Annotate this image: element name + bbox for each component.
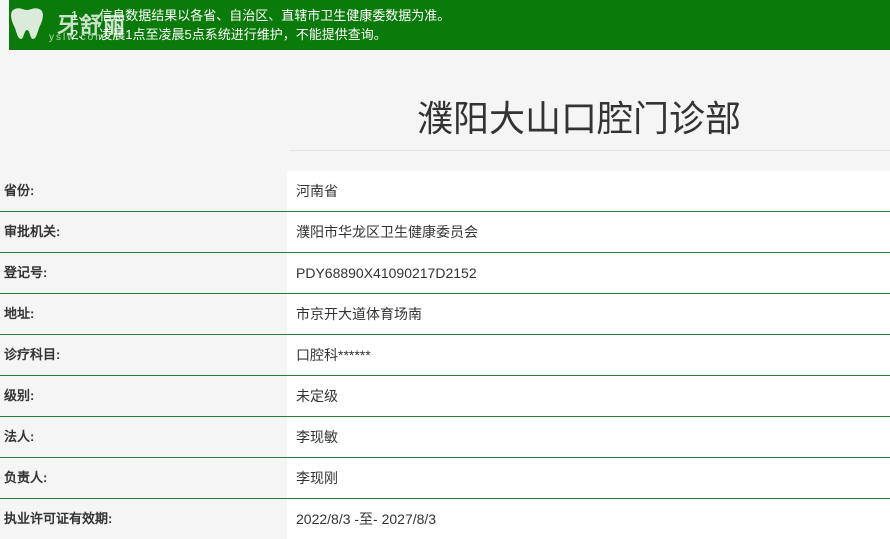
license-validity-value: 2022/8/3 -至- 2027/8/3 [287,499,890,539]
notice-text: 信息数据结果以各省、自治区、直辖市卫生健康委数据为准。 [99,8,451,23]
notice-banner: 牙舒丽 yslw.com 1、 信息数据结果以各省、自治区、直辖市卫生健康委数据为… [9,0,890,50]
notice-line: 2、 凌晨1点至凌晨5点系统进行维护，不能提供查询。 [71,24,387,43]
info-row: 法人: 李现敏 [0,417,890,458]
authority-label: 审批机关: [0,212,287,252]
manager-value: 李现刚 [287,458,890,498]
license-validity-label: 执业许可证有效期: [0,499,287,539]
page-title: 濮阳大山口腔门诊部 [416,99,741,140]
departments-value: 口腔科****** [287,335,890,375]
info-row: 诊疗科目: 口腔科****** [0,335,890,376]
info-row: 负责人: 李现刚 [0,458,890,499]
manager-label: 负责人: [0,458,287,498]
level-label: 级别: [0,376,287,416]
authority-value: 濮阳市华龙区卫生健康委员会 [287,212,890,252]
address-value: 市京开大道体育场南 [287,294,890,334]
address-label: 地址: [0,294,287,334]
info-row: 级别: 未定级 [0,376,890,417]
info-row: 执业许可证有效期: 2022/8/3 -至- 2027/8/3 [0,499,890,539]
notice-number: 1、 [71,8,92,23]
info-row: 省份: 河南省 [0,171,890,212]
legal-person-label: 法人: [0,417,287,457]
title-divider [290,150,890,151]
notice-number: 2、 [71,27,92,42]
info-row: 地址: 市京开大道体育场南 [0,294,890,335]
registration-value: PDY68890X41090217D2152 [287,253,890,293]
departments-label: 诊疗科目: [0,335,287,375]
legal-person-value: 李现敏 [287,417,890,457]
clinic-info-table: 省份: 河南省 审批机关: 濮阳市华龙区卫生健康委员会 登记号: PDY6889… [0,171,890,539]
tooth-icon [11,8,43,40]
province-value: 河南省 [287,171,890,211]
province-label: 省份: [0,171,287,211]
level-value: 未定级 [287,376,890,416]
info-row: 审批机关: 濮阳市华龙区卫生健康委员会 [0,212,890,253]
notice-line: 1、 信息数据结果以各省、自治区、直辖市卫生健康委数据为准。 [71,5,450,24]
registration-label: 登记号: [0,253,287,293]
info-row: 登记号: PDY68890X41090217D2152 [0,253,890,294]
notice-text: 凌晨1点至凌晨5点系统进行维护，不能提供查询。 [99,27,387,42]
